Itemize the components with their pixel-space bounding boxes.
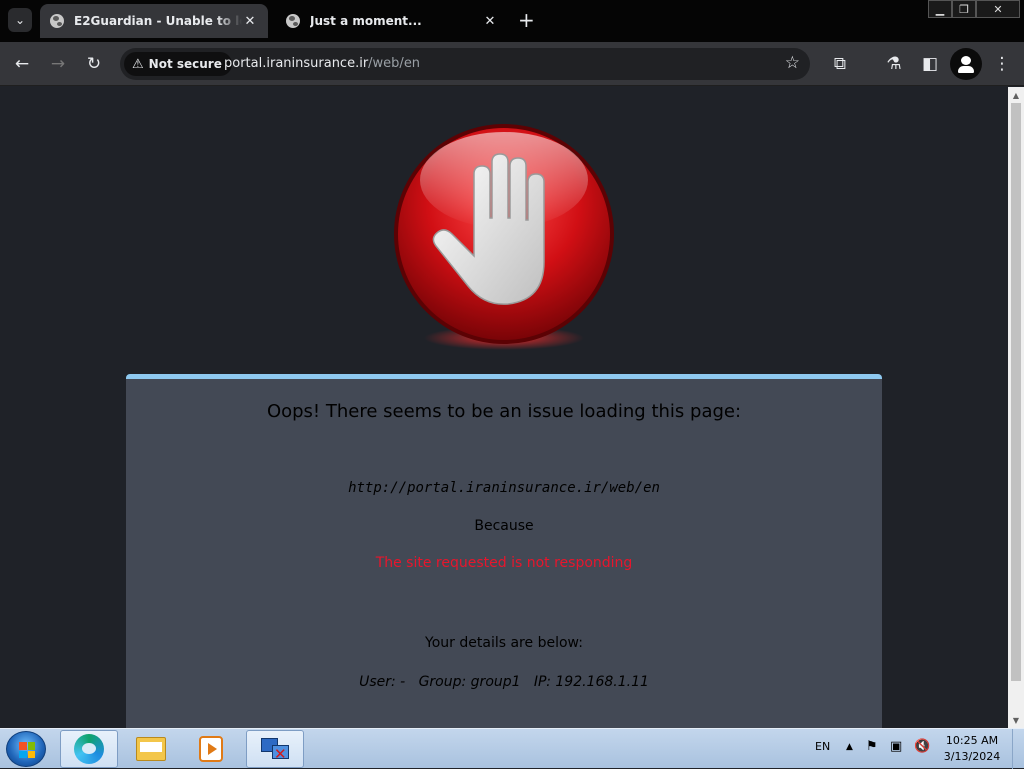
because-label: Because xyxy=(474,518,534,534)
details-heading: Your details are below: xyxy=(425,635,583,651)
tab-title: E2Guardian - Unable to load w xyxy=(74,14,242,28)
start-button[interactable] xyxy=(6,731,46,767)
profile-avatar-button[interactable] xyxy=(950,48,982,80)
user-details: User: - Group: group1 IP: 192.168.1.11 xyxy=(359,674,649,690)
close-window-button[interactable]: ✕ xyxy=(976,0,1020,18)
tab-search-button[interactable]: ⌄ xyxy=(8,8,32,32)
tab-e2guardian[interactable]: E2Guardian - Unable to load w ✕ xyxy=(40,4,268,38)
restore-button[interactable]: ❐ xyxy=(952,0,976,18)
scroll-down-arrow-icon[interactable]: ▼ xyxy=(1008,712,1024,728)
security-chip[interactable]: ⚠ Not secure xyxy=(124,52,232,76)
blocked-url: http://portal.iraninsurance.ir/web/en xyxy=(348,480,660,496)
window-controls: ▁ ❐ ✕ xyxy=(928,0,1020,18)
minimize-button[interactable]: ▁ xyxy=(928,0,952,18)
url-host: portal.iraninsurance.ir xyxy=(224,56,369,71)
browser-toolbar: ← → ↻ ⚠ Not secure portal.iraninsurance.… xyxy=(0,42,1024,86)
tab-close-icon[interactable]: ✕ xyxy=(482,14,498,29)
scroll-thumb[interactable] xyxy=(1011,103,1021,681)
windows-taskbar: ✕ EN ▲ ⚑ ▣ 🔇 10:25 AM 3/13/2024 xyxy=(0,728,1024,769)
menu-dots-icon[interactable]: ⋮ xyxy=(990,52,1014,76)
globe-icon xyxy=(50,14,64,28)
security-chip-label: Not secure xyxy=(148,57,222,71)
show-desktop-button[interactable] xyxy=(1012,729,1024,769)
clock-time: 10:25 AM xyxy=(945,734,999,747)
show-hidden-icons-icon[interactable]: ▲ xyxy=(846,742,853,752)
scroll-up-arrow-icon[interactable]: ▲ xyxy=(1008,87,1024,103)
system-clock[interactable]: 10:25 AM 3/13/2024 xyxy=(940,733,1004,765)
profile-body xyxy=(958,66,974,73)
tab-strip: ⌄ E2Guardian - Unable to load w ✕ Just a… xyxy=(0,0,1024,42)
taskbar-media-player[interactable] xyxy=(182,730,240,768)
profile-head xyxy=(961,56,971,65)
bookmark-star-icon[interactable]: ☆ xyxy=(785,53,800,73)
address-bar[interactable]: ⚠ Not secure portal.iraninsurance.ir/web… xyxy=(120,48,810,80)
back-button[interactable]: ← xyxy=(10,52,34,76)
globe-icon xyxy=(286,14,300,28)
url-text[interactable]: portal.iraninsurance.ir/web/en xyxy=(224,56,420,71)
warning-icon: ⚠ xyxy=(132,56,144,72)
file-explorer-icon xyxy=(136,737,166,761)
block-reason: The site requested is not responding xyxy=(375,555,633,571)
network-tray-icon[interactable]: ▣ xyxy=(890,739,902,754)
forward-button[interactable]: → xyxy=(46,52,70,76)
taskbar-edge[interactable] xyxy=(60,730,118,768)
side-panel-icon[interactable]: ◧ xyxy=(918,52,942,76)
vertical-scrollbar[interactable]: ▲ ▼ xyxy=(1008,87,1024,728)
language-indicator[interactable]: EN xyxy=(815,740,830,753)
page-viewport: Oops! There seems to be an issue loading… xyxy=(0,87,1008,728)
tab-title: Just a moment... xyxy=(310,14,422,28)
taskbar-network-app[interactable]: ✕ xyxy=(246,730,304,768)
reload-button[interactable]: ↻ xyxy=(82,52,106,76)
tab-close-icon[interactable]: ✕ xyxy=(242,14,258,29)
extensions-icon[interactable]: ⧉ xyxy=(828,52,852,76)
media-player-icon xyxy=(199,736,223,762)
new-tab-button[interactable]: + xyxy=(518,8,535,32)
volume-muted-icon[interactable]: 🔇 xyxy=(914,739,930,754)
edge-icon xyxy=(74,734,104,764)
windows-logo-icon xyxy=(19,742,35,758)
tab-just-a-moment[interactable]: Just a moment... ✕ xyxy=(276,4,508,38)
network-icon: ✕ xyxy=(260,735,290,763)
clock-date: 3/13/2024 xyxy=(943,750,1001,763)
stop-hand-icon xyxy=(394,124,614,350)
labs-flask-icon[interactable]: ⚗ xyxy=(882,52,906,76)
url-path: /web/en xyxy=(368,56,421,71)
error-heading: Oops! There seems to be an issue loading… xyxy=(266,401,742,422)
taskbar-file-explorer[interactable] xyxy=(122,730,180,768)
error-panel: Oops! There seems to be an issue loading… xyxy=(126,374,882,728)
action-center-flag-icon[interactable]: ⚑ xyxy=(866,739,878,754)
